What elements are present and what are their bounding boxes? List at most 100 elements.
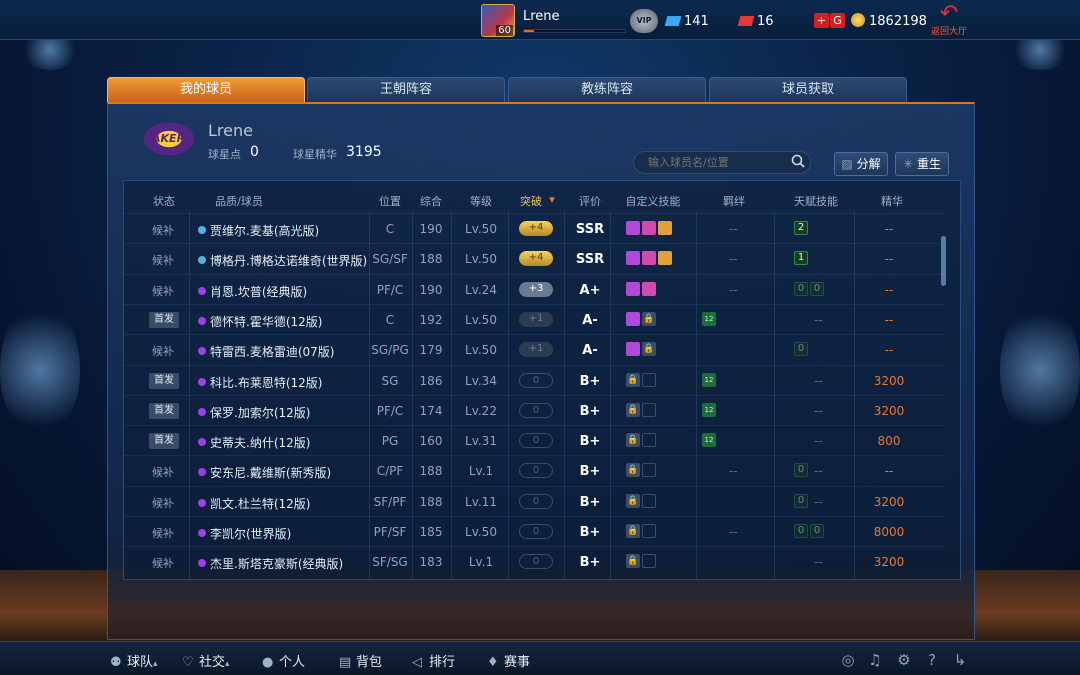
player-name[interactable]: 保罗.加索尔(12版) bbox=[210, 404, 310, 421]
skill-icon[interactable] bbox=[626, 311, 640, 326]
heart-icon: ♡ bbox=[182, 655, 194, 670]
nav-team[interactable]: ⚉ 球队▴ bbox=[110, 651, 158, 670]
talent-value: -- bbox=[814, 555, 823, 570]
bond-icon[interactable]: 12 bbox=[702, 433, 716, 448]
lock-icon bbox=[642, 554, 656, 569]
table-row[interactable]: 候补 肖恩.坎普(经典版) PF/C 190 Lv.24 +3 A+ -- 0 0 -- bbox=[124, 273, 944, 304]
bond-icon[interactable]: 12 bbox=[702, 311, 716, 326]
nav-social[interactable]: ♡ 社交▴ bbox=[182, 651, 230, 670]
col-grade[interactable]: 评价 bbox=[575, 193, 605, 209]
vip-badge[interactable]: VIP bbox=[630, 9, 658, 33]
red-ticket-counter[interactable]: 16 bbox=[737, 14, 774, 29]
player-name[interactable]: 史蒂夫.纳什(12版) bbox=[210, 434, 310, 451]
tab-player-acquire[interactable]: 球员获取 bbox=[709, 77, 907, 102]
essence-value: 3200 bbox=[873, 373, 905, 388]
col-breakthrough[interactable]: 突破 bbox=[516, 193, 546, 209]
player-name[interactable]: 特雷西.麦格雷迪(07版) bbox=[210, 343, 334, 360]
table-row[interactable]: 首发 科比.布莱恩特(12版) SG 186 Lv.34 0 B+ 🔒 12 -- 3200 bbox=[124, 364, 944, 395]
player-grade: B+ bbox=[579, 494, 601, 510]
skill-icon[interactable] bbox=[626, 342, 640, 357]
lock-icon bbox=[642, 463, 656, 478]
nav-events[interactable]: ♦ 赛事 bbox=[487, 651, 530, 670]
skill-icon[interactable] bbox=[658, 221, 672, 235]
skill-icon[interactable] bbox=[626, 221, 640, 235]
player-name[interactable]: 博格丹.博格达诺维奇(世界版) bbox=[210, 252, 367, 269]
tab-my-players[interactable]: 我的球员 bbox=[107, 77, 305, 102]
nav-personal[interactable]: ● 个人 bbox=[262, 651, 305, 670]
col-overall[interactable]: 综合 bbox=[414, 193, 448, 209]
player-name[interactable]: 杰里.斯塔克豪斯(经典版) bbox=[210, 555, 343, 572]
nav-ranking[interactable]: ◁ 排行 bbox=[412, 651, 455, 670]
table-row[interactable]: 候补 安东尼.戴维斯(新秀版) C/PF 188 Lv.1 0 B+ 🔒 -- -- 0 -- bbox=[124, 455, 944, 485]
talent-icon[interactable]: 1 bbox=[794, 251, 808, 266]
tab-coach-lineup[interactable]: 教练阵容 bbox=[508, 77, 706, 102]
top-bar: 60 Lrene VIP 141 16 + G 1862198 ↶ 返回大厅 bbox=[0, 0, 1080, 40]
nav-backpack-label: 背包 bbox=[356, 655, 383, 670]
status-badge: 首发 bbox=[149, 402, 179, 419]
player-name[interactable]: 凯文.杜兰特(12版) bbox=[210, 495, 310, 512]
player-name[interactable]: 李凯尔(世界版) bbox=[210, 525, 291, 542]
player-overall: 190 bbox=[419, 282, 443, 297]
player-level: Lv.31 bbox=[465, 434, 497, 449]
tab-dynasty-lineup[interactable]: 王朝阵容 bbox=[307, 77, 505, 102]
username: Lrene bbox=[523, 9, 560, 24]
skill-icon[interactable] bbox=[626, 281, 640, 296]
headset-icon[interactable]: ◎ bbox=[839, 651, 857, 669]
avatar[interactable]: 60 bbox=[481, 4, 515, 37]
gear-icon[interactable]: ⚙ bbox=[895, 651, 913, 669]
skill-icon[interactable] bbox=[658, 251, 672, 266]
table-row[interactable]: 首发 史蒂夫.纳什(12版) PG 160 Lv.31 0 B+ 🔒 12 -- 800 bbox=[124, 425, 944, 455]
player-name[interactable]: 科比.布莱恩特(12版) bbox=[210, 374, 322, 391]
status-badge: 候补 bbox=[152, 224, 174, 237]
exit-icon[interactable]: ↳ bbox=[951, 651, 969, 669]
rebirth-button[interactable]: ✳ 重生 bbox=[895, 152, 949, 176]
search-input[interactable] bbox=[633, 151, 811, 174]
decompose-button[interactable]: ▨ 分解 bbox=[834, 152, 888, 176]
talent-slot-empty: 0 bbox=[794, 342, 808, 357]
blue-ticket-counter[interactable]: 141 bbox=[664, 14, 709, 29]
table-row[interactable]: 候补 博格丹.博格达诺维奇(世界版) SG/SF 188 Lv.50 +4 SSR -- 1 -- bbox=[124, 243, 944, 273]
player-name[interactable]: 安东尼.戴维斯(新秀版) bbox=[210, 464, 331, 481]
lock-icon: 🔒 bbox=[626, 554, 640, 569]
skill-icon[interactable] bbox=[626, 251, 640, 266]
lock-icon bbox=[642, 372, 656, 387]
recharge-buttons[interactable]: + G bbox=[814, 13, 846, 28]
bond-icon[interactable]: 12 bbox=[702, 372, 716, 387]
nav-backpack[interactable]: ▤ 背包 bbox=[339, 651, 382, 670]
table-row[interactable]: 候补 凯文.杜兰特(12版) SF/PF 188 Lv.11 0 B+ 🔒 -- 0 3200 bbox=[124, 485, 944, 516]
essence-value: 3200 bbox=[873, 494, 905, 509]
table-row[interactable]: 候补 特雷西.麦格雷迪(07版) SG/PG 179 Lv.50 +1 A- 🔒 0 -- bbox=[124, 334, 944, 364]
table-row[interactable]: 首发 德怀特.霍华德(12版) C 192 Lv.50 +1 A- 🔒 12 -- -- bbox=[124, 303, 944, 334]
player-position: SG bbox=[381, 373, 399, 388]
essence-value: 3200 bbox=[873, 403, 905, 418]
skill-icon[interactable] bbox=[642, 281, 656, 296]
shop-icon[interactable]: G bbox=[830, 13, 845, 28]
player-name[interactable]: 德怀特.霍华德(12版) bbox=[210, 313, 322, 330]
rebirth-label: 重生 bbox=[916, 157, 941, 171]
table-row[interactable]: 候补 贾维尔.麦基(高光版) C 190 Lv.50 +4 SSR -- 2 -- bbox=[124, 213, 944, 243]
player-grade: A+ bbox=[579, 282, 601, 298]
table-row[interactable]: 候补 李凯尔(世界版) PF/SF 185 Lv.50 0 B+ 🔒 -- 0 0 8000 bbox=[124, 516, 944, 546]
sort-caret-icon[interactable]: ▾ bbox=[547, 193, 557, 206]
talent-icon[interactable]: 2 bbox=[794, 221, 808, 235]
star-essence-value: 3195 bbox=[346, 144, 382, 160]
megaphone-icon: ◁ bbox=[412, 655, 422, 670]
return-lobby-button[interactable]: ↶ 返回大厅 bbox=[928, 3, 970, 38]
player-name[interactable]: 贾维尔.麦基(高光版) bbox=[210, 222, 319, 239]
table-scrollbar[interactable] bbox=[941, 236, 946, 286]
col-essence: 精华 bbox=[881, 195, 903, 208]
player-name[interactable]: 肖恩.坎普(经典版) bbox=[210, 283, 307, 300]
table-row[interactable]: 首发 保罗.加索尔(12版) PF/C 174 Lv.22 0 B+ 🔒 12 -- 3200 bbox=[124, 394, 944, 425]
lock-icon bbox=[642, 493, 656, 508]
table-row[interactable]: 候补 杰里.斯塔克豪斯(经典版) SF/SG 183 Lv.1 0 B+ 🔒 -- 3200 bbox=[124, 546, 944, 576]
skill-icon[interactable] bbox=[642, 221, 656, 235]
quality-dot bbox=[198, 286, 206, 295]
col-position[interactable]: 位置 bbox=[364, 193, 416, 209]
col-level[interactable]: 等级 bbox=[458, 193, 504, 209]
music-icon[interactable]: ♫ bbox=[866, 651, 884, 669]
help-icon[interactable]: ? bbox=[923, 651, 941, 669]
bond-icon[interactable]: 12 bbox=[702, 402, 716, 417]
search-icon[interactable] bbox=[791, 154, 805, 168]
plus-icon[interactable]: + bbox=[814, 13, 829, 28]
skill-icon[interactable] bbox=[642, 251, 656, 266]
